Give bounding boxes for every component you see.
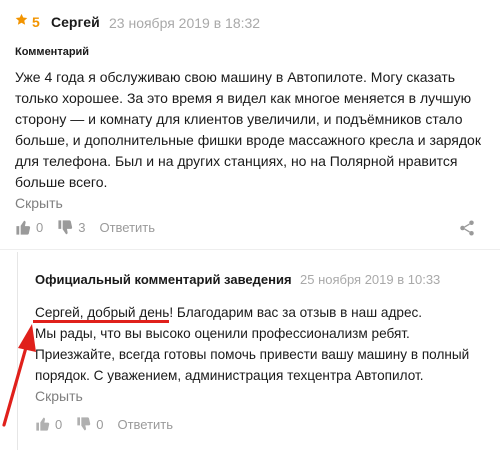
dislike-button[interactable]: 3 — [57, 219, 85, 236]
reply-line: порядок. С уважением, администрация техц… — [35, 368, 424, 383]
review-line: больше, и дополнительные фишки вроде мас… — [15, 132, 481, 148]
reply-like-count: 0 — [55, 416, 63, 432]
star-icon — [15, 13, 28, 25]
review-line: только хорошее. За это время я видел как… — [15, 90, 472, 106]
reply-line: Приезжайте, всегда готовы помочь привест… — [35, 347, 470, 362]
dislike-count: 3 — [78, 220, 86, 235]
reply-actions: 0 0 Ответить — [35, 416, 173, 432]
share-icon[interactable] — [458, 219, 476, 237]
comment-label: Комментарий — [15, 46, 90, 58]
like-button[interactable]: 0 — [15, 219, 43, 236]
review-line: Уже 4 года я обслуживаю свою машину в Ав… — [15, 69, 456, 85]
reply-dislike-count: 0 — [96, 416, 104, 432]
divider — [0, 249, 500, 250]
thumbs-down-icon — [58, 220, 73, 235]
thumbs-down-icon — [77, 417, 91, 431]
reply-like-button[interactable]: 0 — [35, 416, 62, 432]
official-reply-text: Сергей, добрый день! Благодарим вас за о… — [35, 302, 495, 407]
annotation-arrow — [2, 324, 36, 427]
review-date: 23 ноября 2019 в 18:32 — [109, 15, 261, 31]
like-count: 0 — [36, 220, 44, 235]
review-line: для телефона. Был и на других станциях, … — [15, 153, 458, 169]
reply-reply-link[interactable]: Ответить — [117, 417, 173, 432]
thumbs-up-icon — [16, 220, 31, 235]
reply-link[interactable]: Ответить — [99, 220, 155, 235]
reply-dislike-button[interactable]: 0 — [76, 416, 103, 432]
review-actions: 0 3 Ответить — [15, 219, 155, 236]
hide-review-link[interactable]: Скрыть — [15, 195, 63, 211]
rating-value: 5 — [32, 14, 40, 30]
review-line: сторону — и комнату для клиентов увеличи… — [15, 111, 463, 127]
review-text: Уже 4 года я обслуживаю свою машину в Ав… — [15, 67, 490, 214]
review-author[interactable]: Сергей — [51, 14, 100, 30]
reply-line: Благодарим вас за отзыв в наш адрес. — [173, 305, 423, 320]
official-reply-date: 25 ноября 2019 в 10:33 — [300, 272, 441, 287]
thumbs-up-icon — [36, 417, 50, 431]
official-reply-title: Официальный комментарий заведения — [35, 272, 292, 287]
review-line: больше всего. — [15, 174, 108, 190]
reply-line: Мы рады, что вы высоко оценили профессио… — [35, 326, 410, 341]
